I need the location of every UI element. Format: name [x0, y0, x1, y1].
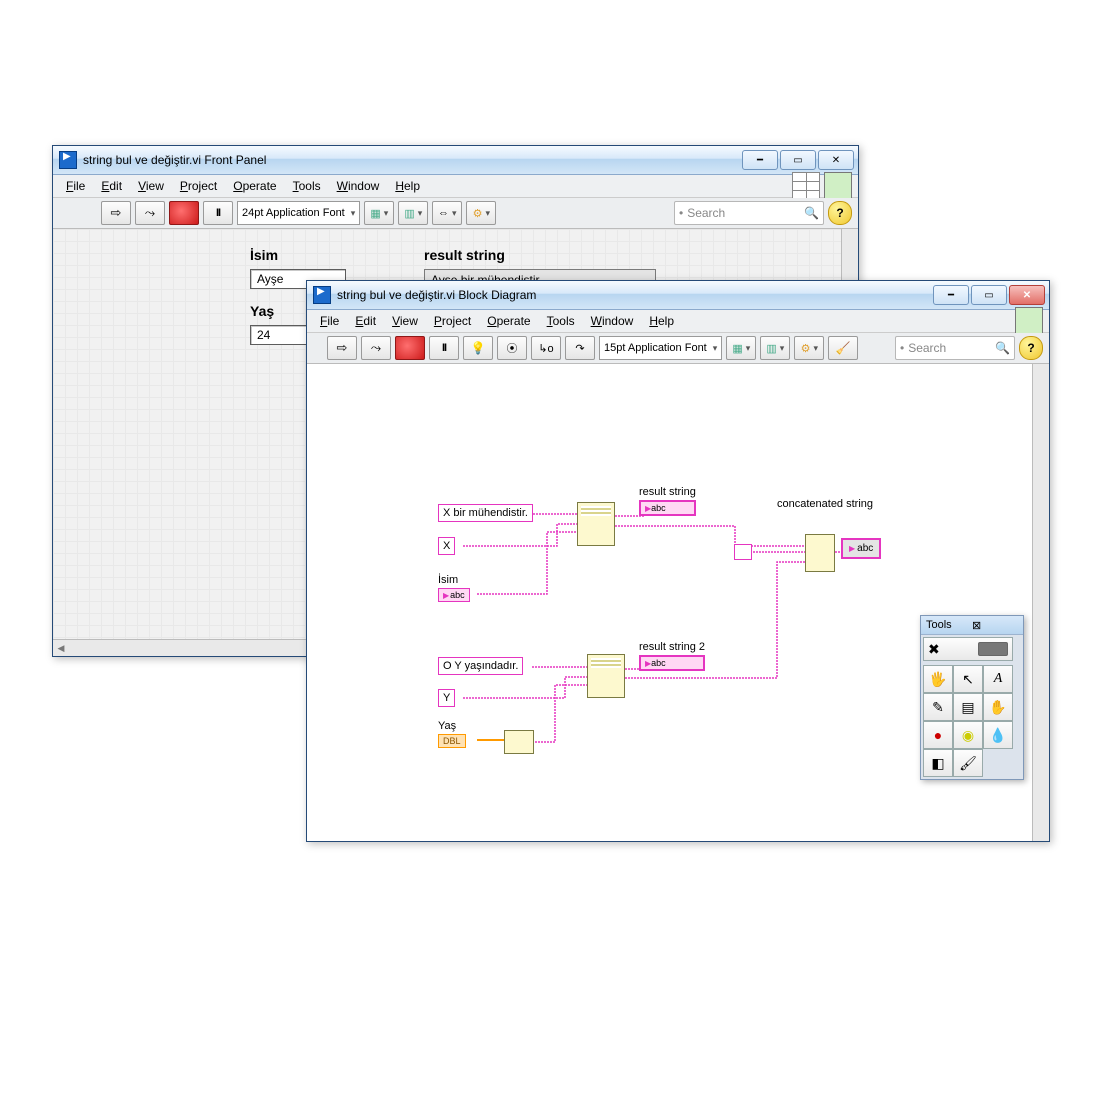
string-constant-y[interactable]: Y	[438, 689, 455, 707]
font-selector[interactable]: 15pt Application Font	[599, 336, 722, 360]
pause-button[interactable]: II	[429, 336, 459, 360]
step-into-button[interactable]: ↳ο	[531, 336, 561, 360]
front-menubar: File Edit View Project Operate Tools Win…	[53, 175, 858, 198]
menu-project[interactable]: Project	[173, 177, 224, 195]
menu-operate[interactable]: Operate	[480, 312, 537, 330]
concatenate-node[interactable]	[805, 534, 835, 572]
vi-icon[interactable]	[824, 172, 852, 200]
minimize-button[interactable]: ━	[742, 150, 778, 170]
block-title: string bul ve değiştir.vi Block Diagram	[337, 288, 933, 302]
menu-tools[interactable]: Tools	[540, 312, 582, 330]
labview-icon	[59, 151, 77, 169]
search-replace-node-1[interactable]	[577, 502, 615, 546]
menu-file[interactable]: File	[313, 312, 346, 330]
resize-menu[interactable]: ⇔	[432, 201, 462, 225]
tools-titlebar[interactable]: Tools ⊠	[921, 616, 1023, 635]
front-titlebar[interactable]: string bul ve değiştir.vi Front Panel ━ …	[53, 146, 858, 175]
string-constant-1[interactable]: X bir mühendistir.	[438, 504, 533, 522]
tools-close-icon[interactable]: ⊠	[972, 619, 1018, 632]
menu-help[interactable]: Help	[642, 312, 681, 330]
maximize-button[interactable]: ▭	[780, 150, 816, 170]
run-button[interactable]	[101, 201, 131, 225]
font-selector[interactable]: 24pt Application Font	[237, 201, 360, 225]
menu-view[interactable]: View	[385, 312, 425, 330]
indicator-concat-terminal[interactable]: abc	[841, 538, 881, 559]
cleanup-button[interactable]	[828, 336, 858, 360]
indicator-result-string[interactable]: result string abc	[639, 486, 696, 516]
tool-breakpoint[interactable]: ●	[923, 721, 953, 749]
control-isim[interactable]: İsim abc	[438, 574, 470, 602]
menu-operate[interactable]: Operate	[226, 177, 283, 195]
menu-tools[interactable]: Tools	[286, 177, 328, 195]
reorder-menu[interactable]	[466, 201, 496, 225]
minimize-button[interactable]: ━	[933, 285, 969, 305]
menu-file[interactable]: File	[59, 177, 92, 195]
label-yas: Yaş	[250, 303, 274, 319]
string-constant-3[interactable]: O Y yaşındadır.	[438, 657, 523, 675]
vi-icon[interactable]	[1015, 307, 1043, 335]
search-box[interactable]: Search	[895, 336, 1015, 360]
tool-position[interactable]: ↖	[953, 665, 983, 693]
help-button[interactable]: ?	[1019, 336, 1043, 360]
run-continuous-button[interactable]	[361, 336, 391, 360]
label-result: result string	[424, 247, 505, 263]
align-menu[interactable]	[726, 336, 756, 360]
run-continuous-button[interactable]	[135, 201, 165, 225]
help-button[interactable]: ?	[828, 201, 852, 225]
tool-operate[interactable]: 🖐	[923, 665, 953, 693]
highlight-exec-button[interactable]	[463, 336, 493, 360]
indicator-result-string-2[interactable]: result string 2 abc	[639, 641, 705, 671]
close-button[interactable]: ✕	[818, 150, 854, 170]
tool-shortcut[interactable]: ▤	[953, 693, 983, 721]
string-constant-space[interactable]	[734, 544, 752, 560]
run-button[interactable]	[327, 336, 357, 360]
tool-color[interactable]: ◧	[923, 749, 953, 777]
maximize-button[interactable]: ▭	[971, 285, 1007, 305]
menu-view[interactable]: View	[131, 177, 171, 195]
indicator-concatenated[interactable]: concatenated string	[777, 498, 873, 512]
block-toolbar: II ↳ο 15pt Application Font Search ?	[307, 333, 1049, 364]
menu-window[interactable]: Window	[330, 177, 387, 195]
distribute-menu[interactable]	[760, 336, 790, 360]
tool-color-copy[interactable]: 💧	[983, 721, 1013, 749]
labview-icon	[313, 286, 331, 304]
tools-palette[interactable]: Tools ⊠ ✖ 🖐 ↖ A ✎ ▤ ✋ ● ◉ 💧 ◧ 🖌	[920, 615, 1024, 780]
menu-help[interactable]: Help	[388, 177, 427, 195]
menu-edit[interactable]: Edit	[348, 312, 383, 330]
pause-button[interactable]: II	[203, 201, 233, 225]
menu-edit[interactable]: Edit	[94, 177, 129, 195]
label-isim: İsim	[250, 247, 278, 263]
reorder-menu[interactable]	[794, 336, 824, 360]
abort-button[interactable]	[395, 336, 425, 360]
connector-pane-icon[interactable]	[792, 172, 820, 200]
search-replace-node-2[interactable]	[587, 654, 625, 698]
string-constant-x[interactable]: X	[438, 537, 455, 555]
control-yas[interactable]: Yaş DBL	[438, 720, 466, 748]
front-toolbar: II 24pt Application Font ⇔ Search ?	[53, 198, 858, 229]
distribute-menu[interactable]	[398, 201, 428, 225]
step-over-button[interactable]	[565, 336, 595, 360]
tool-text[interactable]: A	[983, 665, 1013, 693]
abort-button[interactable]	[169, 201, 199, 225]
front-title: string bul ve değiştir.vi Front Panel	[83, 153, 742, 167]
tool-probe[interactable]: ◉	[953, 721, 983, 749]
menu-project[interactable]: Project	[427, 312, 478, 330]
tool-paint[interactable]: 🖌	[953, 749, 983, 777]
retain-wire-button[interactable]	[497, 336, 527, 360]
block-titlebar[interactable]: string bul ve değiştir.vi Block Diagram …	[307, 281, 1049, 310]
tool-auto[interactable]: ✖	[923, 637, 1013, 661]
block-menubar: File Edit View Project Operate Tools Win…	[307, 310, 1049, 333]
tool-scroll[interactable]: ✋	[983, 693, 1013, 721]
tool-wiring[interactable]: ✎	[923, 693, 953, 721]
search-box[interactable]: Search	[674, 201, 824, 225]
menu-window[interactable]: Window	[584, 312, 641, 330]
number-to-string-node[interactable]	[504, 730, 534, 754]
align-menu[interactable]	[364, 201, 394, 225]
close-button[interactable]: ✕	[1009, 285, 1045, 305]
